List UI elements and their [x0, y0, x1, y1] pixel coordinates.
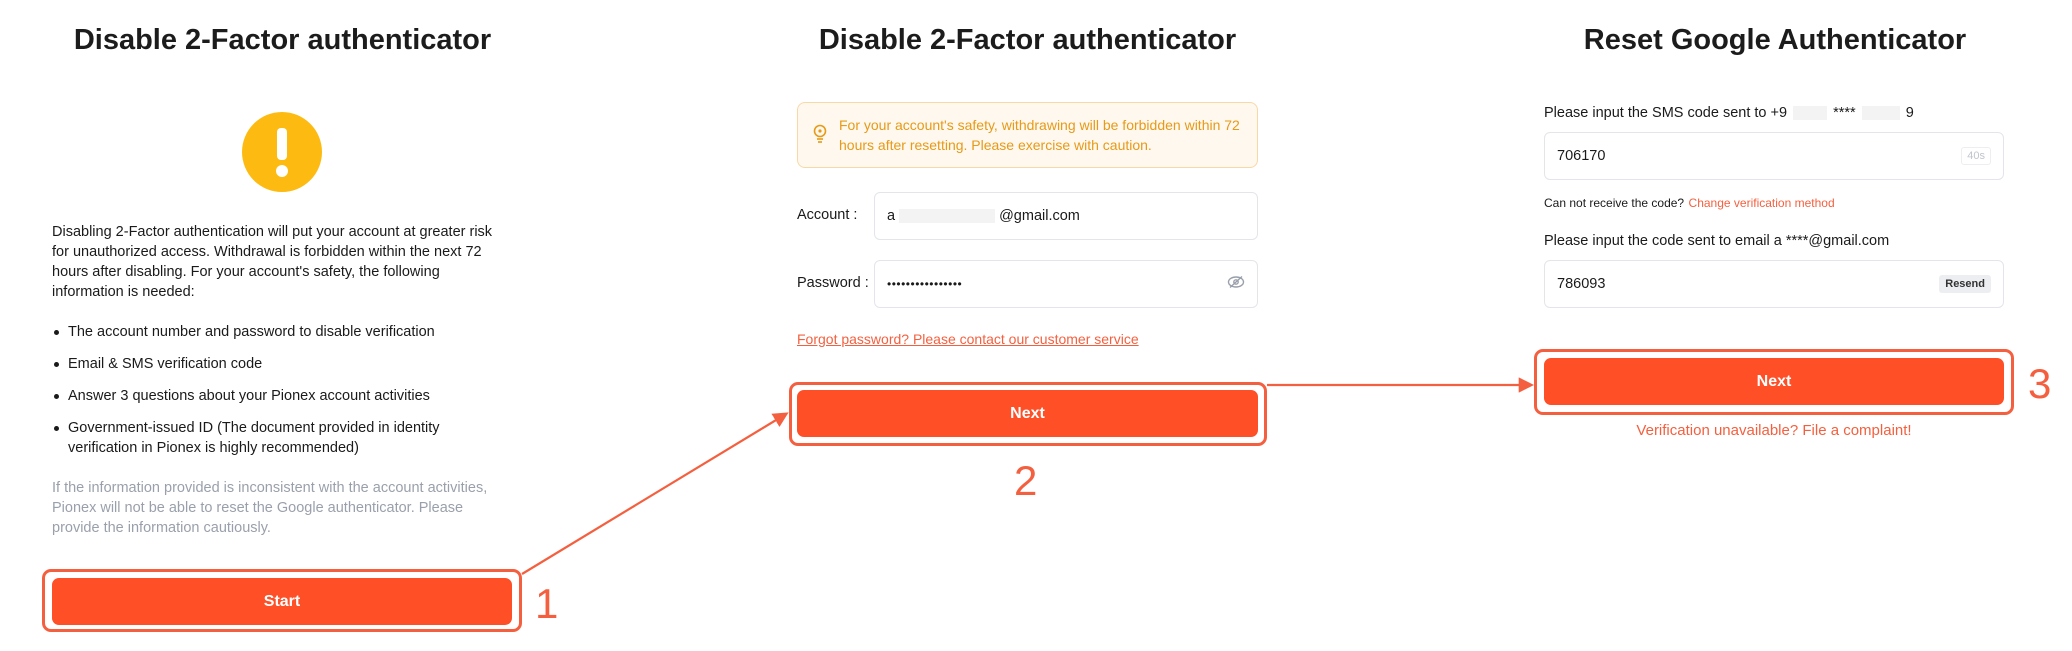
arrow-step1-to-step2: [521, 412, 789, 575]
flow-arrows: [521, 377, 1535, 575]
